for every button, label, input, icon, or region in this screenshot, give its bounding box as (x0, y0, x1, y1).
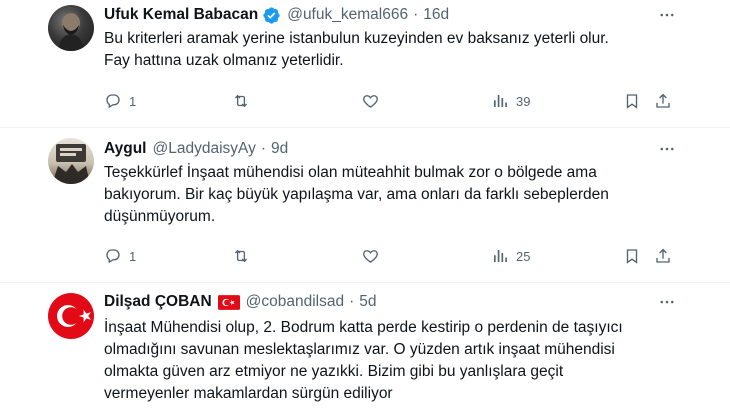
tweet-text-line: vermeyenler makamlardan sürgün ediliyor (104, 385, 393, 402)
reply-count: 1 (129, 93, 137, 109)
author-handle[interactable]: @LadydaisyAy (152, 140, 255, 158)
tweet-text-line: Fay hattına uzak olmanız yeterlidir. (104, 52, 344, 69)
retweet-icon (234, 94, 248, 108)
timestamp[interactable]: 16d (423, 6, 449, 24)
share-button[interactable] (654, 246, 672, 266)
tweet-2[interactable]: Aygul @LadydaisyAy · 9d Teşekkürlef İnşa… (0, 128, 730, 282)
turkey-flag-icon (217, 294, 240, 310)
tweet-header: Aygul @LadydaisyAy · 9d (104, 138, 288, 160)
retweet-button[interactable] (231, 246, 258, 266)
avatar[interactable] (48, 138, 94, 184)
tweet-actions: 1 25 (104, 246, 670, 266)
reply-button[interactable]: 1 (104, 91, 136, 111)
views-chart-icon (494, 95, 507, 107)
avatar-photo-icon (52, 144, 90, 184)
tweet-text-line: Bu kriterleri aramak yerine istanbulun k… (104, 30, 609, 47)
avatar[interactable] (48, 5, 94, 51)
author-name[interactable]: Ufuk Kemal Babacan (104, 6, 258, 24)
reply-button[interactable]: 1 (104, 246, 136, 266)
dot-separator: · (349, 293, 355, 310)
retweet-button[interactable] (231, 91, 258, 111)
bookmark-icon (626, 94, 638, 109)
tweet-text-line: bakıyorum. Bir kaç büyük yapılaşma var, … (104, 186, 609, 203)
avatar-photo-icon (58, 13, 84, 51)
more-options-icon[interactable] (657, 139, 677, 159)
turkish-flag-avatar-icon (57, 305, 91, 327)
share-icon (656, 248, 670, 263)
dot-separator: · (413, 6, 419, 23)
share-icon (656, 93, 670, 108)
more-options-icon[interactable] (657, 292, 677, 312)
timestamp[interactable]: 5d (359, 293, 376, 311)
tweet-text-line: İnşaat Mühendisi olup, 2. Bodrum katta p… (104, 319, 623, 336)
tweet-actions: 1 39 (104, 91, 670, 111)
tweet-text: İnşaat Mühendisi olup, 2. Bodrum katta p… (104, 317, 694, 405)
like-button[interactable] (361, 246, 387, 266)
tweet-text-line: olmadığını savunan meslektaşlarımız var.… (104, 341, 615, 358)
reply-icon (106, 249, 120, 264)
like-button[interactable] (361, 91, 387, 111)
reply-count: 1 (129, 248, 137, 264)
reply-icon (106, 94, 120, 109)
tweet-1[interactable]: Ufuk Kemal Babacan @ufuk_kemal666 · 16d … (0, 0, 730, 127)
views-count: 25 (516, 248, 531, 264)
tweet-3[interactable]: Dilşad ÇOBAN @cobandilsad · 5d İnşaat Mü… (0, 283, 730, 420)
author-name[interactable]: Aygul (104, 140, 146, 158)
views-button[interactable]: 25 (491, 246, 530, 266)
bookmark-button[interactable] (623, 246, 641, 266)
views-button[interactable]: 39 (491, 91, 530, 111)
tweet-text-line: düşünmüyorum. (104, 208, 216, 225)
more-options-icon[interactable] (657, 5, 677, 25)
author-handle[interactable]: @ufuk_kemal666 (287, 6, 408, 24)
views-count: 39 (516, 93, 531, 109)
author-name[interactable]: Dilşad ÇOBAN (104, 293, 212, 311)
dot-separator: · (260, 140, 266, 157)
tweet-header: Ufuk Kemal Babacan @ufuk_kemal666 · 16d (104, 4, 449, 26)
views-chart-icon (494, 250, 507, 262)
tweet-text: Bu kriterleri aramak yerine istanbulun k… (104, 28, 694, 72)
retweet-icon (234, 249, 248, 263)
timestamp[interactable]: 9d (271, 140, 288, 158)
tweet-text-line: Teşekkürlef İnşaat mühendisi olan müteah… (104, 164, 597, 181)
heart-icon (363, 95, 378, 108)
bookmark-icon (626, 249, 638, 264)
tweet-text: Teşekkürlef İnşaat mühendisi olan müteah… (104, 162, 694, 228)
avatar[interactable] (48, 293, 94, 339)
bookmark-button[interactable] (623, 91, 641, 111)
author-handle[interactable]: @cobandilsad (246, 293, 344, 311)
share-button[interactable] (654, 91, 672, 111)
verified-badge-icon (262, 6, 281, 25)
tweet-text-line: olmakta güven arz etmiyor ne yazıkki. Bi… (104, 363, 564, 380)
heart-icon (363, 250, 378, 263)
tweet-header: Dilşad ÇOBAN @cobandilsad · 5d (104, 291, 377, 313)
